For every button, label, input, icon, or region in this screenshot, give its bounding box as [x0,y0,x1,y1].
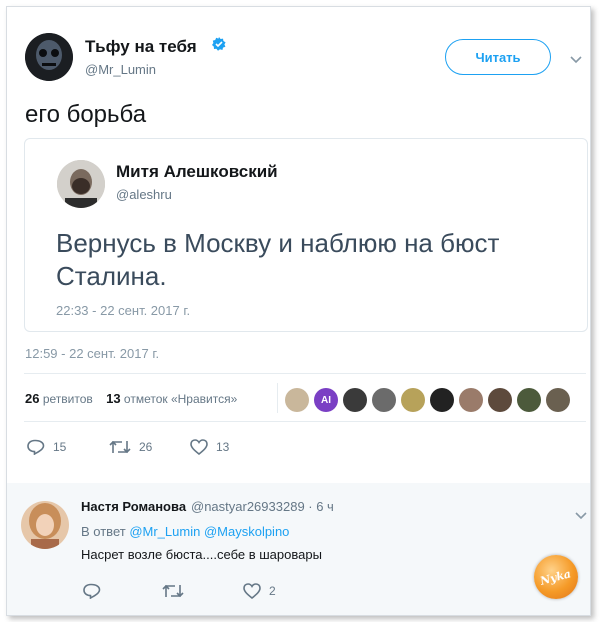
quote-author-avatar[interactable] [57,160,105,208]
liker-avatar[interactable] [546,388,570,412]
liker-avatar[interactable] [430,388,454,412]
like-count: 13 [216,440,230,454]
reply-count: 15 [53,440,67,454]
reply-author-avatar[interactable] [21,501,69,549]
author-avatar[interactable] [25,33,73,81]
follow-button[interactable]: Читать [445,39,551,75]
reply-icon [27,439,45,455]
author-handle[interactable]: @Mr_Lumin [85,62,156,77]
tweet-timestamp[interactable]: 12:59 - 22 сент. 2017 г. [25,346,159,361]
retweets-stat[interactable]: 26 ретвитов [25,391,93,406]
like-count: 2 [269,584,276,598]
likes-stat[interactable]: 13 отметок «Нравится» [106,391,237,406]
liker-avatar[interactable] [372,388,396,412]
mention-link[interactable]: @Mayskolpino [204,524,289,539]
quote-text: Вернусь в Москву и наблюю на бюст Сталин… [56,228,500,291]
like-action[interactable]: 2 [243,583,276,599]
mention-link[interactable]: @Mr_Lumin [129,524,200,539]
engagement-stats: 26 ретвитов 13 отметок «Нравится» [25,391,237,406]
quote-timestamp[interactable]: 22:33 - 22 сент. 2017 г. [56,303,190,318]
reply-author-name[interactable]: Настя Романова [81,499,186,514]
divider [24,373,586,374]
heart-icon [243,583,261,599]
tweet-card: Тьфу на тебя @Mr_Lumin Читать его борьба… [6,6,591,616]
reply-to: В ответ @Mr_Lumin @Mayskolpino [81,524,290,539]
liker-avatar[interactable] [285,388,309,412]
liker-avatar[interactable] [459,388,483,412]
verified-icon [212,37,226,56]
reply-text: Насрет возле бюста....себе в шаровары [81,547,322,562]
reply-action[interactable] [83,583,109,599]
chevron-down-icon[interactable] [570,51,582,64]
reply-action[interactable]: 15 [27,439,66,455]
like-action[interactable]: 13 [190,439,229,455]
reply-icon [83,583,101,599]
watermark-logo: Nyka [534,555,578,599]
stats-separator [277,383,278,413]
retweet-action[interactable]: 26 [109,439,152,455]
reply-tweet[interactable]: Настя Романова @nastyar26933289 · 6 ч В … [7,483,590,615]
liker-avatar[interactable] [343,388,367,412]
retweet-icon [162,584,184,598]
liker-avatar[interactable]: AI [314,388,338,412]
retweet-count: 26 [139,440,153,454]
reply-meta[interactable]: @nastyar26933289 · 6 ч [191,499,334,514]
liker-avatar[interactable] [517,388,541,412]
liker-avatar[interactable] [488,388,512,412]
quoted-tweet[interactable]: Митя Алешковский @aleshru Вернусь в Моск… [24,138,588,332]
retweet-action[interactable] [162,583,192,599]
divider [24,421,586,422]
quote-author-handle[interactable]: @aleshru [116,187,172,202]
retweet-icon [109,440,131,454]
liker-avatar[interactable] [401,388,425,412]
chevron-down-icon[interactable] [575,507,587,525]
heart-icon [190,439,208,455]
author-name[interactable]: Тьфу на тебя [85,37,197,57]
quote-author-name[interactable]: Митя Алешковский [116,162,278,182]
tweet-text: его борьба [25,101,147,128]
